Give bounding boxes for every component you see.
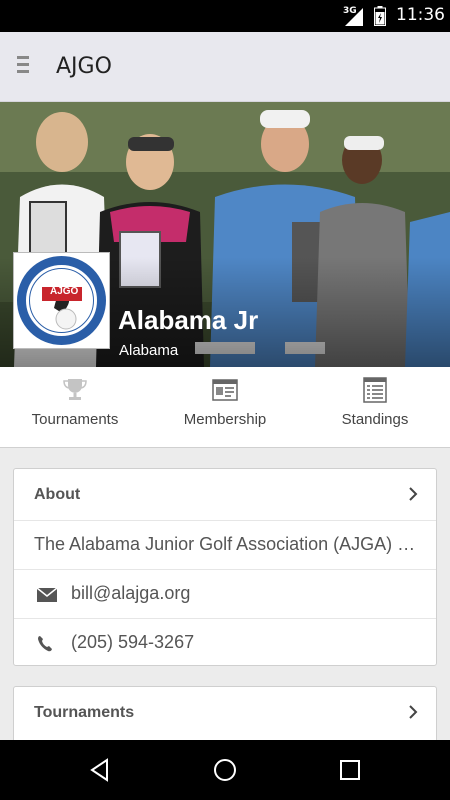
org-name: Alabama Jr — [118, 305, 259, 335]
tab-membership[interactable]: Membership — [150, 367, 300, 447]
tab-tournaments[interactable]: Tournaments — [0, 367, 150, 447]
clock: 11:36 — [396, 5, 445, 25]
ajgo-logo-icon — [17, 256, 106, 345]
org-state: Alabama — [119, 342, 179, 359]
hero-banner: AJGO Alabama Jr Alabama — [0, 102, 450, 367]
email-row[interactable]: bill@alajga.org — [14, 570, 436, 619]
email-text: bill@alajga.org — [71, 583, 191, 603]
about-title: About — [34, 486, 81, 503]
hamburger-icon[interactable] — [12, 56, 34, 78]
chevron-right-icon — [409, 487, 418, 501]
signal-icon — [345, 8, 363, 26]
status-bar: 3G 11:36 — [0, 0, 450, 32]
battery-icon — [374, 6, 386, 26]
home-icon[interactable] — [212, 757, 238, 783]
chevron-right-icon — [409, 705, 418, 719]
tab-label: Membership — [183, 411, 267, 428]
tournaments-title: Tournaments — [34, 704, 135, 721]
logo-center-text: AJGO — [50, 286, 79, 297]
app-title: AJGO — [56, 54, 112, 79]
tournaments-header[interactable]: Tournaments — [14, 687, 436, 739]
list-icon — [363, 377, 387, 403]
phone-icon — [38, 636, 52, 652]
recents-icon[interactable] — [337, 757, 363, 783]
org-logo: AJGO — [13, 252, 110, 349]
trophy-icon — [63, 379, 87, 400]
tab-label: Tournaments — [31, 411, 119, 428]
section-tabs: Tournaments Membership Standings — [0, 367, 450, 448]
about-card: About The Alabama Junior Golf Associatio… — [13, 468, 437, 666]
about-description: The Alabama Junior Golf Association (AJG… — [34, 534, 419, 554]
about-header[interactable]: About — [14, 469, 436, 521]
tab-label: Standings — [341, 411, 409, 428]
system-nav-bar — [0, 740, 450, 800]
about-description-row[interactable]: The Alabama Junior Golf Association (AJG… — [14, 521, 436, 570]
phone-text: (205) 594-3267 — [71, 632, 195, 652]
email-icon — [36, 587, 58, 602]
id-card-icon — [212, 379, 238, 401]
tab-standings[interactable]: Standings — [300, 367, 450, 447]
phone-row[interactable]: (205) 594-3267 — [14, 619, 436, 668]
app-bar: AJGO — [0, 32, 450, 102]
back-icon[interactable] — [87, 757, 113, 783]
